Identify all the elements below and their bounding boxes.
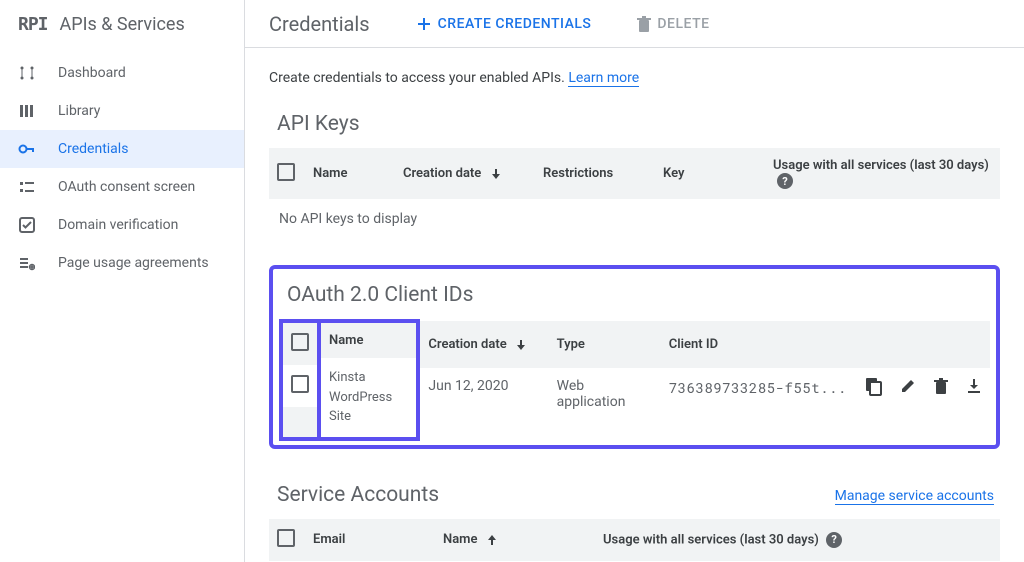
col-name-label: Name bbox=[443, 532, 477, 547]
col-usage[interactable]: Usage with all services (last 30 days) ? bbox=[595, 519, 1000, 561]
col-client-id[interactable]: Client ID bbox=[661, 321, 858, 368]
sidebar-item-label: Library bbox=[58, 103, 100, 119]
oauth-clients-header-row: Name Kinsta WordPress Site Creation date… bbox=[281, 321, 990, 368]
col-name[interactable]: Name bbox=[321, 323, 416, 358]
sidebar-item-domain-verification[interactable]: Domain verification bbox=[0, 206, 244, 244]
delete-row-button[interactable] bbox=[934, 378, 948, 396]
col-restrictions[interactable]: Restrictions bbox=[535, 148, 655, 199]
service-accounts-title: Service Accounts bbox=[277, 483, 439, 507]
sidebar-item-library[interactable]: Library bbox=[0, 92, 244, 130]
col-name[interactable]: Name bbox=[435, 519, 595, 561]
row-actions bbox=[866, 378, 982, 396]
edit-button[interactable] bbox=[900, 378, 916, 396]
sidebar-item-label: Dashboard bbox=[58, 65, 126, 81]
oauth-row-client-id: 736389733285-f55t... bbox=[661, 368, 858, 438]
service-accounts-header-row: Email Name Usage with all services (last… bbox=[269, 519, 1000, 561]
topbar: Credentials CREATE CREDENTIALS DELETE bbox=[245, 0, 1024, 48]
col-name[interactable]: Name bbox=[305, 148, 395, 199]
api-keys-empty: No API keys to display bbox=[269, 199, 1000, 239]
intro-text-body: Create credentials to access your enable… bbox=[269, 70, 568, 86]
col-creation-date[interactable]: Creation date bbox=[395, 148, 535, 199]
section-service-accounts: Service Accounts Manage service accounts… bbox=[269, 475, 1000, 562]
download-button[interactable] bbox=[966, 378, 982, 396]
col-creation-date[interactable]: Creation date bbox=[418, 321, 548, 368]
create-credentials-button[interactable]: CREATE CREDENTIALS bbox=[416, 16, 592, 32]
api-logo-icon: RPI bbox=[18, 14, 48, 35]
col-key[interactable]: Key bbox=[655, 148, 765, 199]
sidebar-nav: Dashboard Library Credentials OAuth cons… bbox=[0, 54, 244, 282]
plus-icon bbox=[416, 16, 432, 32]
arrow-down-icon bbox=[489, 166, 503, 181]
api-keys-table: Name Creation date Restrictions Key Usag… bbox=[269, 148, 1000, 199]
section-oauth-clients: OAuth 2.0 Client IDs Name Kinsta WordPre… bbox=[269, 265, 1000, 449]
sidebar-item-dashboard[interactable]: Dashboard bbox=[0, 54, 244, 92]
intro-text: Create credentials to access your enable… bbox=[269, 70, 1000, 86]
api-keys-header-row: Name Creation date Restrictions Key Usag… bbox=[269, 148, 1000, 199]
check-icon bbox=[18, 216, 36, 234]
manage-service-accounts-link[interactable]: Manage service accounts bbox=[835, 488, 994, 505]
consent-screen-icon bbox=[18, 178, 36, 196]
delete-button[interactable]: DELETE bbox=[637, 16, 709, 32]
page-title: Credentials bbox=[269, 12, 370, 36]
oauth-row-name[interactable]: Kinsta WordPress Site bbox=[321, 358, 416, 437]
sidebar-item-label: OAuth consent screen bbox=[58, 179, 195, 195]
oauth-clients-title: OAuth 2.0 Client IDs bbox=[287, 283, 990, 307]
main: Credentials CREATE CREDENTIALS DELETE Cr… bbox=[245, 0, 1024, 562]
sidebar-item-label: Domain verification bbox=[58, 217, 178, 233]
arrow-down-icon bbox=[514, 337, 528, 352]
api-keys-title: API Keys bbox=[277, 112, 1000, 136]
row-checkbox[interactable] bbox=[291, 375, 309, 393]
agreements-icon bbox=[18, 254, 36, 272]
oauth-row-type: Web application bbox=[549, 368, 661, 438]
trash-icon bbox=[637, 16, 651, 32]
col-type[interactable]: Type bbox=[549, 321, 661, 368]
help-icon[interactable]: ? bbox=[826, 532, 842, 548]
col-email[interactable]: Email bbox=[305, 519, 435, 561]
copy-button[interactable] bbox=[866, 378, 882, 396]
library-icon bbox=[18, 102, 36, 120]
content: Create credentials to access your enable… bbox=[245, 48, 1024, 562]
col-usage-label: Usage with all services (last 30 days) bbox=[773, 158, 989, 173]
col-creation-date-label: Creation date bbox=[428, 337, 506, 352]
learn-more-link[interactable]: Learn more bbox=[568, 70, 639, 87]
col-usage[interactable]: Usage with all services (last 30 days) ? bbox=[765, 148, 1000, 199]
select-all-checkbox[interactable] bbox=[277, 163, 295, 181]
col-actions bbox=[858, 321, 990, 368]
create-credentials-label: CREATE CREDENTIALS bbox=[438, 16, 592, 32]
section-api-keys: API Keys Name Creation date Restrictions… bbox=[269, 112, 1000, 239]
sidebar-title: APIs & Services bbox=[60, 14, 185, 35]
sidebar: RPI APIs & Services Dashboard Library bbox=[0, 0, 245, 562]
help-icon[interactable]: ? bbox=[777, 173, 793, 189]
oauth-clients-table: Name Kinsta WordPress Site Creation date… bbox=[279, 319, 990, 441]
arrow-up-icon bbox=[485, 532, 499, 547]
dashboard-icon bbox=[18, 64, 36, 82]
delete-label: DELETE bbox=[657, 16, 709, 32]
sidebar-item-label: Credentials bbox=[58, 141, 128, 157]
sidebar-item-page-usage-agreements[interactable]: Page usage agreements bbox=[0, 244, 244, 282]
oauth-row-date: Jun 12, 2020 bbox=[418, 368, 548, 438]
sidebar-item-oauth-consent[interactable]: OAuth consent screen bbox=[0, 168, 244, 206]
key-icon bbox=[18, 140, 36, 158]
select-all-checkbox[interactable] bbox=[277, 529, 295, 547]
sidebar-item-label: Page usage agreements bbox=[58, 255, 209, 271]
select-all-checkbox[interactable] bbox=[291, 333, 309, 351]
sidebar-item-credentials[interactable]: Credentials bbox=[0, 130, 244, 168]
sidebar-header: RPI APIs & Services bbox=[0, 0, 244, 48]
col-usage-label: Usage with all services (last 30 days) bbox=[603, 532, 819, 547]
service-accounts-table: Email Name Usage with all services (last… bbox=[269, 519, 1000, 561]
col-creation-date-label: Creation date bbox=[403, 166, 481, 181]
